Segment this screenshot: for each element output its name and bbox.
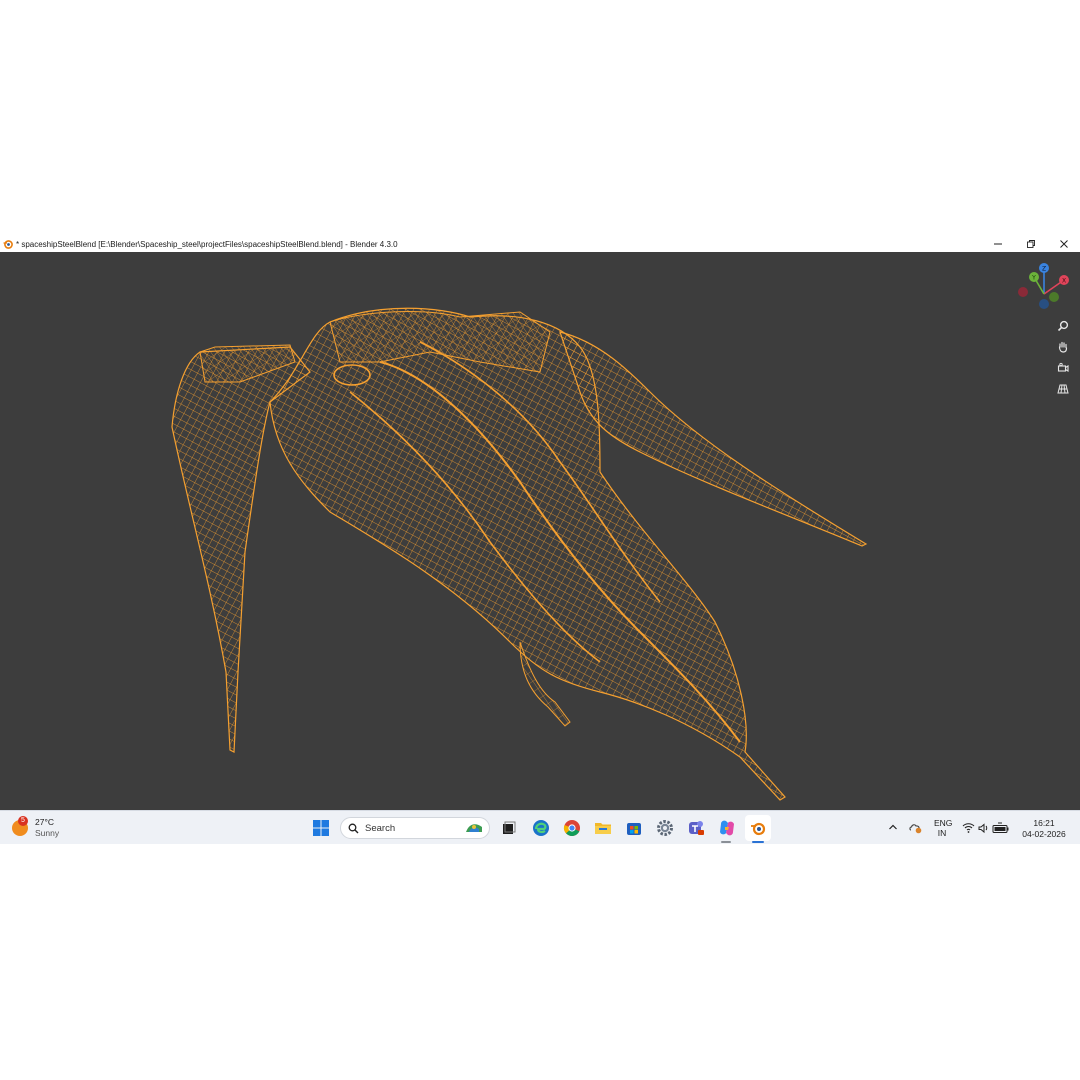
edge-button[interactable]: [531, 818, 551, 838]
clock[interactable]: 16:21 04-02-2026: [1020, 818, 1068, 839]
task-view-icon: [503, 821, 516, 834]
gizmo-neg-z-axis[interactable]: [1039, 299, 1049, 309]
gizmo-y-label: Y: [1031, 275, 1036, 282]
search-highlight-icon: [466, 824, 482, 832]
sun-icon: 5: [12, 816, 28, 836]
clock-date: 04-02-2026: [1022, 828, 1066, 839]
blender-icon: [751, 822, 766, 836]
blender-taskbar-button[interactable]: [745, 815, 771, 841]
search-icon: [348, 823, 359, 833]
zoom-button[interactable]: [1053, 316, 1073, 336]
restore-button[interactable]: [1014, 236, 1047, 252]
task-view-button[interactable]: [499, 818, 519, 838]
language-code: ENG: [934, 818, 953, 828]
teams-button[interactable]: [686, 818, 706, 838]
clock-time: 16:21: [1033, 818, 1055, 828]
weather-temperature: 27°C: [35, 817, 54, 827]
battery-icon: [992, 822, 1009, 833]
edge-icon: [533, 820, 549, 836]
desktop-screen: * spaceshipSteelBlend [E:\Blender\Spaces…: [0, 236, 1080, 844]
pan-button[interactable]: [1053, 337, 1073, 357]
wifi-icon: [962, 823, 975, 833]
taskbar-search-box[interactable]: Search: [340, 817, 490, 839]
volume-icon: [978, 823, 988, 834]
grid-view-button[interactable]: [1053, 379, 1073, 399]
window-title: * spaceshipSteelBlend [E:\Blender\Spaces…: [16, 239, 398, 249]
teams-icon: [689, 821, 704, 835]
system-status-icons: [962, 822, 1009, 834]
gizmo-neg-x-axis[interactable]: [1018, 287, 1028, 297]
gizmo-neg-y-axis[interactable]: [1049, 292, 1059, 302]
main-hull-mesh: [269, 307, 786, 801]
language-indicator[interactable]: ENG IN: [934, 818, 953, 838]
copilot-button[interactable]: [717, 818, 737, 838]
chrome-button[interactable]: [562, 818, 582, 838]
camera-view-button[interactable]: [1053, 358, 1073, 378]
copilot-icon: [720, 820, 734, 836]
close-icon: [1059, 240, 1068, 248]
close-button[interactable]: [1047, 236, 1080, 252]
pan-hand-icon: [1058, 341, 1068, 353]
network-volume-battery-group[interactable]: [962, 822, 1012, 836]
grid-view-icon: [1057, 384, 1069, 394]
spaceship-wireframe-mesh: [171, 307, 868, 801]
3d-viewport[interactable]: Z X Y: [0, 252, 1080, 810]
minimize-button[interactable]: [981, 236, 1014, 252]
blender-icon: [0, 236, 16, 252]
chevron-up-icon: [889, 824, 897, 830]
notification-badge: 5: [18, 816, 28, 826]
minimize-icon: [993, 243, 1002, 245]
onedrive-tray-button[interactable]: [909, 822, 922, 836]
camera-view-icon: [1057, 362, 1069, 372]
taskbar: 5 27°C Sunny Search ENG IN 16:21 04-02-2…: [0, 810, 1080, 844]
weather-widget[interactable]: 5 27°C Sunny: [12, 815, 59, 841]
store-button[interactable]: [624, 818, 644, 838]
gizmo-x-label: X: [1062, 278, 1066, 285]
settings-button[interactable]: [655, 818, 675, 838]
blender-active-indicator: [752, 841, 764, 843]
start-icon[interactable]: [312, 819, 330, 837]
onedrive-icon: [909, 824, 922, 834]
search-label: Search: [365, 822, 396, 834]
file-explorer-icon: [595, 823, 611, 834]
chrome-icon: [563, 820, 580, 837]
zoom-icon: [1057, 320, 1069, 332]
store-icon: [627, 823, 641, 835]
restore-icon: [1026, 240, 1035, 248]
weather-condition: Sunny: [35, 828, 60, 838]
tray-overflow-button[interactable]: [888, 822, 898, 834]
gizmo-z-label: Z: [1042, 266, 1046, 273]
copilot-running-indicator: [721, 841, 731, 843]
settings-icon: [657, 820, 673, 836]
window-title-bar[interactable]: * spaceshipSteelBlend [E:\Blender\Spaces…: [0, 236, 1080, 252]
file-explorer-button[interactable]: [593, 818, 613, 838]
language-region: IN: [937, 828, 947, 838]
